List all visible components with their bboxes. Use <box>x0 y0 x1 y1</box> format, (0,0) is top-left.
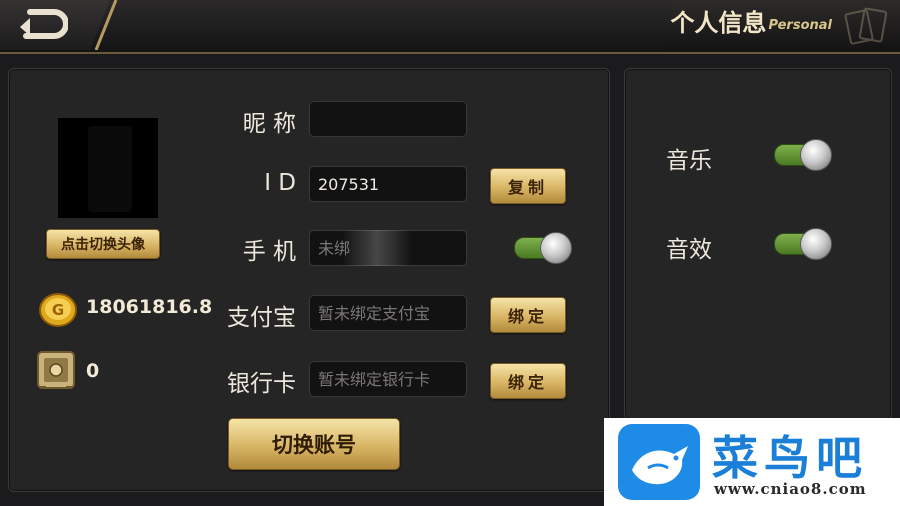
bind-alipay-button[interactable]: 绑定 <box>490 297 566 333</box>
bird-logo-icon <box>618 424 700 500</box>
page-title: 个人信息 Personal <box>670 8 832 38</box>
coin-balance: 18061816.8 <box>86 296 213 318</box>
music-label: 音乐 <box>666 148 712 174</box>
safe-balance: 0 <box>86 360 100 382</box>
page-title-en: Personal <box>768 18 832 33</box>
divider-slash <box>94 0 118 50</box>
id-field: 207531 <box>309 166 467 202</box>
redacted-area <box>342 230 412 266</box>
top-bar: 个人信息 Personal <box>0 0 900 54</box>
nickname-label: 昵 称 <box>242 111 296 137</box>
alipay-field[interactable]: 暂未绑定支付宝 <box>309 295 467 331</box>
playing-cards-icon <box>844 7 888 45</box>
back-arrow-icon <box>20 9 68 39</box>
page-title-cn: 个人信息 <box>670 9 767 37</box>
safe-box-icon <box>37 351 75 389</box>
toggle-knob <box>800 139 832 171</box>
avatar-silhouette <box>88 126 132 212</box>
avatar[interactable] <box>58 118 158 218</box>
sound-effects-label: 音效 <box>666 237 712 263</box>
switch-avatar-button[interactable]: 点击切换头像 <box>46 229 160 259</box>
watermark-brand: 菜鸟吧 <box>712 431 868 485</box>
sound-effects-toggle[interactable] <box>772 228 832 260</box>
toggle-knob <box>800 228 832 260</box>
settings-panel <box>624 68 892 420</box>
watermark-url: www.cniao8.com <box>714 480 867 498</box>
bird-icon <box>632 446 688 485</box>
svg-text:G: G <box>52 301 64 319</box>
phone-toggle[interactable] <box>512 232 572 264</box>
alipay-label: 支付宝 <box>227 305 296 331</box>
phone-label: 手 机 <box>242 239 296 265</box>
bank-card-field[interactable]: 暂未绑定银行卡 <box>309 361 467 397</box>
switch-account-button[interactable]: 切换账号 <box>228 418 400 470</box>
watermark: 菜鸟吧 www.cniao8.com <box>604 418 900 506</box>
nickname-field[interactable] <box>309 101 467 137</box>
music-toggle[interactable] <box>772 139 832 171</box>
gold-coin-icon: G <box>39 293 77 327</box>
copy-button[interactable]: 复制 <box>490 168 566 204</box>
toggle-knob <box>540 232 572 264</box>
bank-card-label: 银行卡 <box>227 371 296 397</box>
id-label: I D <box>264 170 296 196</box>
bind-bank-card-button[interactable]: 绑定 <box>490 363 566 399</box>
